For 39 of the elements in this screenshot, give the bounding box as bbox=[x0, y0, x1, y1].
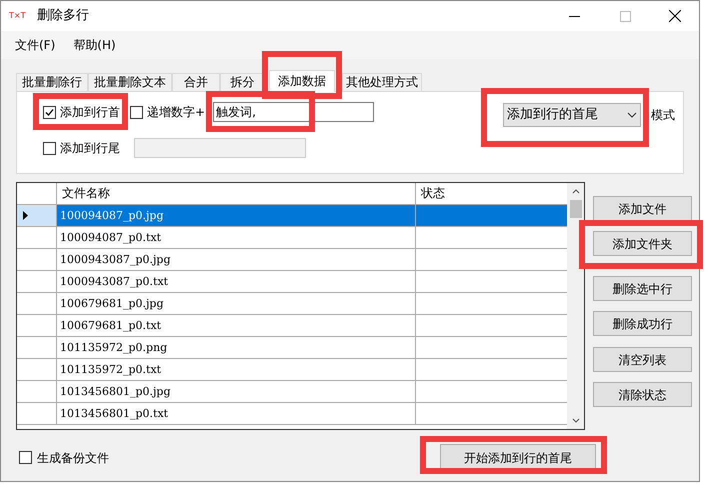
checkbox-label: 生成备份文件 bbox=[37, 450, 109, 466]
column-header[interactable]: 文件名称 bbox=[57, 183, 416, 204]
tab[interactable]: 批量删除文本 bbox=[88, 73, 172, 91]
checkbox-label: 递增数字+ bbox=[147, 104, 206, 121]
maximize-icon[interactable] bbox=[620, 10, 631, 22]
checkbox[interactable] bbox=[19, 451, 32, 464]
scrollbar[interactable] bbox=[567, 183, 584, 429]
scroll-up-icon[interactable] bbox=[572, 189, 580, 194]
tab[interactable]: 添加数据 bbox=[269, 70, 335, 92]
column-header[interactable]: 状态 bbox=[416, 183, 567, 204]
tab[interactable]: 批量删除行 bbox=[16, 73, 88, 91]
window-title: 删除多行 bbox=[37, 7, 89, 26]
scroll-thumb[interactable] bbox=[570, 200, 582, 218]
tab[interactable]: 合并 bbox=[172, 73, 220, 91]
text-field[interactable]: 触发词, bbox=[213, 102, 374, 122]
side-button[interactable]: 添加文件 bbox=[593, 196, 692, 221]
checkbox[interactable] bbox=[130, 106, 143, 118]
table-cell: 100094087_p0.jpg bbox=[57, 205, 416, 226]
checkbox[interactable] bbox=[43, 142, 56, 154]
side-button[interactable]: 添加文件夹 bbox=[593, 231, 692, 256]
row-header[interactable] bbox=[17, 205, 57, 226]
mode-dropdown[interactable]: 添加到行的首尾 bbox=[503, 103, 641, 127]
tab[interactable]: 其他处理方式 bbox=[342, 73, 422, 91]
chevron-down-icon bbox=[627, 112, 637, 118]
side-button[interactable]: 删除选中行 bbox=[593, 276, 692, 301]
side-button[interactable]: 清空列表 bbox=[593, 347, 692, 372]
tab[interactable]: 拆分 bbox=[220, 73, 265, 91]
checkbox[interactable] bbox=[43, 106, 56, 118]
scroll-down-icon[interactable] bbox=[572, 418, 580, 423]
app-icon: T×T bbox=[9, 10, 31, 22]
side-button[interactable]: 清除状态 bbox=[593, 382, 692, 407]
row-pointer-icon bbox=[23, 211, 28, 220]
checkbox-label: 添加到行首 bbox=[60, 104, 120, 121]
mode-label: 模式 bbox=[651, 107, 675, 124]
close-icon[interactable] bbox=[669, 10, 681, 22]
side-button[interactable]: 删除成功行 bbox=[593, 311, 692, 336]
menu-item[interactable]: 文件(F) bbox=[15, 36, 56, 54]
checkbox-label: 添加到行尾 bbox=[60, 140, 120, 157]
menu-item[interactable]: 帮助(H) bbox=[73, 36, 116, 54]
